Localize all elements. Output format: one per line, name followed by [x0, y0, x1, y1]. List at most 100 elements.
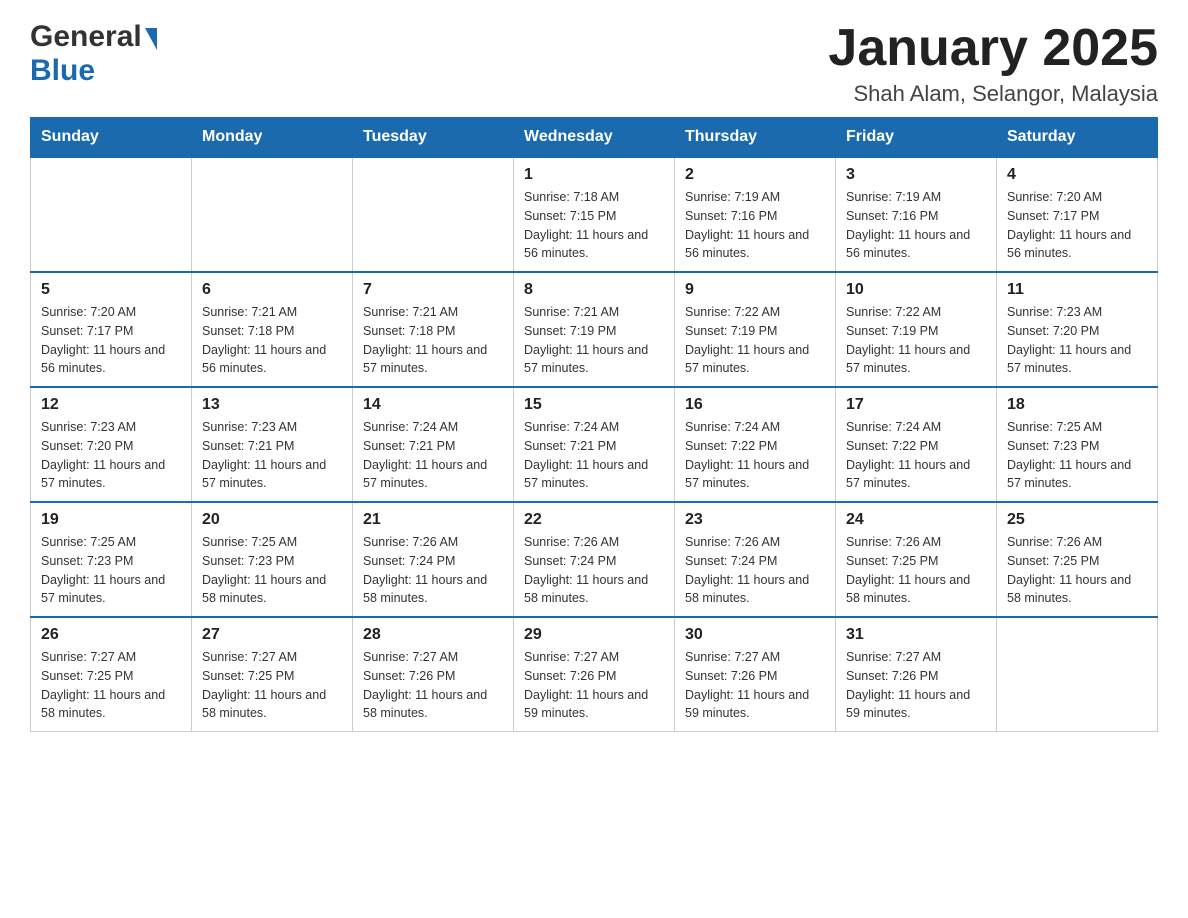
day-info: Sunrise: 7:27 AMSunset: 7:26 PMDaylight:…	[846, 648, 986, 723]
logo: General Blue	[30, 20, 157, 88]
day-info: Sunrise: 7:19 AMSunset: 7:16 PMDaylight:…	[846, 188, 986, 263]
calendar-cell: 19 Sunrise: 7:25 AMSunset: 7:23 PMDayligh…	[31, 502, 192, 617]
day-number: 25	[1007, 511, 1147, 529]
day-info: Sunrise: 7:27 AMSunset: 7:25 PMDaylight:…	[41, 648, 181, 723]
day-number: 30	[685, 626, 825, 644]
calendar-body: 1 Sunrise: 7:18 AMSunset: 7:15 PMDaylight…	[31, 157, 1158, 732]
calendar-cell	[997, 617, 1158, 732]
calendar-cell: 31Sunrise: 7:27 AMSunset: 7:26 PMDayligh…	[836, 617, 997, 732]
day-number: 8	[524, 281, 664, 299]
day-info: Sunrise: 7:27 AMSunset: 7:25 PMDaylight:…	[202, 648, 342, 723]
day-number: 14	[363, 396, 503, 414]
day-info: Sunrise: 7:27 AMSunset: 7:26 PMDaylight:…	[524, 648, 664, 723]
day-info: Sunrise: 7:25 AMSunset: 7:23 PMDaylight:…	[202, 533, 342, 608]
calendar-cell: 17 Sunrise: 7:24 AMSunset: 7:22 PMDayligh…	[836, 387, 997, 502]
page-header: General Blue January 2025 Shah Alam, Sel…	[30, 20, 1158, 107]
day-number: 17	[846, 396, 986, 414]
day-info: Sunrise: 7:25 AMSunset: 7:23 PMDaylight:…	[1007, 418, 1147, 493]
calendar-cell: 26 Sunrise: 7:27 AMSunset: 7:25 PMDayligh…	[31, 617, 192, 732]
calendar-cell: 6 Sunrise: 7:21 AMSunset: 7:18 PMDaylight…	[192, 272, 353, 387]
day-number: 3	[846, 166, 986, 184]
day-info: Sunrise: 7:24 AMSunset: 7:22 PMDaylight:…	[685, 418, 825, 493]
calendar-cell: 14 Sunrise: 7:24 AMSunset: 7:21 PMDayligh…	[353, 387, 514, 502]
day-info: Sunrise: 7:27 AMSunset: 7:26 PMDaylight:…	[363, 648, 503, 723]
day-info: Sunrise: 7:27 AMSunset: 7:26 PMDaylight:…	[685, 648, 825, 723]
day-number: 6	[202, 281, 342, 299]
day-number: 21	[363, 511, 503, 529]
day-info: Sunrise: 7:22 AMSunset: 7:19 PMDaylight:…	[846, 303, 986, 378]
day-info: Sunrise: 7:19 AMSunset: 7:16 PMDaylight:…	[685, 188, 825, 263]
calendar-title: January 2025	[828, 20, 1158, 77]
day-info: Sunrise: 7:23 AMSunset: 7:20 PMDaylight:…	[1007, 303, 1147, 378]
day-number: 19	[41, 511, 181, 529]
day-info: Sunrise: 7:21 AMSunset: 7:18 PMDaylight:…	[202, 303, 342, 378]
calendar-cell: 28 Sunrise: 7:27 AMSunset: 7:26 PMDayligh…	[353, 617, 514, 732]
day-number: 16	[685, 396, 825, 414]
day-number: 26	[41, 626, 181, 644]
calendar-cell: 9Sunrise: 7:22 AMSunset: 7:19 PMDaylight…	[675, 272, 836, 387]
calendar-cell: 15 Sunrise: 7:24 AMSunset: 7:21 PMDayligh…	[514, 387, 675, 502]
calendar-cell: 29 Sunrise: 7:27 AMSunset: 7:26 PMDayligh…	[514, 617, 675, 732]
day-info: Sunrise: 7:21 AMSunset: 7:19 PMDaylight:…	[524, 303, 664, 378]
calendar-cell: 23 Sunrise: 7:26 AMSunset: 7:24 PMDayligh…	[675, 502, 836, 617]
day-info: Sunrise: 7:23 AMSunset: 7:21 PMDaylight:…	[202, 418, 342, 493]
calendar-cell: 5 Sunrise: 7:20 AMSunset: 7:17 PMDaylight…	[31, 272, 192, 387]
logo-blue-text: Blue	[30, 54, 95, 87]
day-info: Sunrise: 7:24 AMSunset: 7:21 PMDaylight:…	[524, 418, 664, 493]
day-info: Sunrise: 7:24 AMSunset: 7:22 PMDaylight:…	[846, 418, 986, 493]
day-number: 23	[685, 511, 825, 529]
calendar-cell: 1 Sunrise: 7:18 AMSunset: 7:15 PMDaylight…	[514, 157, 675, 272]
day-number: 29	[524, 626, 664, 644]
day-info: Sunrise: 7:18 AMSunset: 7:15 PMDaylight:…	[524, 188, 664, 263]
calendar-cell: 13Sunrise: 7:23 AMSunset: 7:21 PMDayligh…	[192, 387, 353, 502]
day-number: 24	[846, 511, 986, 529]
day-info: Sunrise: 7:26 AMSunset: 7:24 PMDaylight:…	[363, 533, 503, 608]
calendar-cell: 8 Sunrise: 7:21 AMSunset: 7:19 PMDaylight…	[514, 272, 675, 387]
calendar-week-row: 5 Sunrise: 7:20 AMSunset: 7:17 PMDaylight…	[31, 272, 1158, 387]
calendar-week-row: 19 Sunrise: 7:25 AMSunset: 7:23 PMDayligh…	[31, 502, 1158, 617]
day-info: Sunrise: 7:20 AMSunset: 7:17 PMDaylight:…	[41, 303, 181, 378]
day-header-row: SundayMondayTuesdayWednesdayThursdayFrid…	[31, 118, 1158, 158]
day-of-week-header: Wednesday	[514, 118, 675, 158]
day-info: Sunrise: 7:26 AMSunset: 7:25 PMDaylight:…	[846, 533, 986, 608]
calendar-cell: 2Sunrise: 7:19 AMSunset: 7:16 PMDaylight…	[675, 157, 836, 272]
day-of-week-header: Tuesday	[353, 118, 514, 158]
calendar-subtitle: Shah Alam, Selangor, Malaysia	[828, 81, 1158, 107]
calendar-cell: 18 Sunrise: 7:25 AMSunset: 7:23 PMDayligh…	[997, 387, 1158, 502]
calendar-cell	[31, 157, 192, 272]
day-info: Sunrise: 7:24 AMSunset: 7:21 PMDaylight:…	[363, 418, 503, 493]
day-of-week-header: Monday	[192, 118, 353, 158]
calendar-week-row: 26 Sunrise: 7:27 AMSunset: 7:25 PMDayligh…	[31, 617, 1158, 732]
day-number: 28	[363, 626, 503, 644]
calendar-cell: 25Sunrise: 7:26 AMSunset: 7:25 PMDayligh…	[997, 502, 1158, 617]
day-number: 27	[202, 626, 342, 644]
day-number: 15	[524, 396, 664, 414]
day-info: Sunrise: 7:25 AMSunset: 7:23 PMDaylight:…	[41, 533, 181, 608]
day-number: 7	[363, 281, 503, 299]
calendar-cell: 22Sunrise: 7:26 AMSunset: 7:24 PMDayligh…	[514, 502, 675, 617]
calendar-week-row: 12 Sunrise: 7:23 AMSunset: 7:20 PMDayligh…	[31, 387, 1158, 502]
calendar-cell: 12 Sunrise: 7:23 AMSunset: 7:20 PMDayligh…	[31, 387, 192, 502]
day-info: Sunrise: 7:23 AMSunset: 7:20 PMDaylight:…	[41, 418, 181, 493]
title-block: January 2025 Shah Alam, Selangor, Malays…	[828, 20, 1158, 107]
day-number: 11	[1007, 281, 1147, 299]
day-of-week-header: Saturday	[997, 118, 1158, 158]
day-number: 20	[202, 511, 342, 529]
calendar-cell	[353, 157, 514, 272]
day-number: 18	[1007, 396, 1147, 414]
calendar-cell: 30 Sunrise: 7:27 AMSunset: 7:26 PMDayligh…	[675, 617, 836, 732]
calendar-cell: 3 Sunrise: 7:19 AMSunset: 7:16 PMDaylight…	[836, 157, 997, 272]
day-number: 22	[524, 511, 664, 529]
logo-arrow-icon	[145, 28, 157, 50]
day-info: Sunrise: 7:20 AMSunset: 7:17 PMDaylight:…	[1007, 188, 1147, 263]
day-number: 1	[524, 166, 664, 184]
day-info: Sunrise: 7:26 AMSunset: 7:24 PMDaylight:…	[685, 533, 825, 608]
calendar-table: SundayMondayTuesdayWednesdayThursdayFrid…	[30, 117, 1158, 732]
calendar-cell: 7Sunrise: 7:21 AMSunset: 7:18 PMDaylight…	[353, 272, 514, 387]
day-number: 5	[41, 281, 181, 299]
calendar-header: SundayMondayTuesdayWednesdayThursdayFrid…	[31, 118, 1158, 158]
day-number: 12	[41, 396, 181, 414]
calendar-cell: 11 Sunrise: 7:23 AMSunset: 7:20 PMDayligh…	[997, 272, 1158, 387]
calendar-cell: 24 Sunrise: 7:26 AMSunset: 7:25 PMDayligh…	[836, 502, 997, 617]
calendar-cell: 4Sunrise: 7:20 AMSunset: 7:17 PMDaylight…	[997, 157, 1158, 272]
